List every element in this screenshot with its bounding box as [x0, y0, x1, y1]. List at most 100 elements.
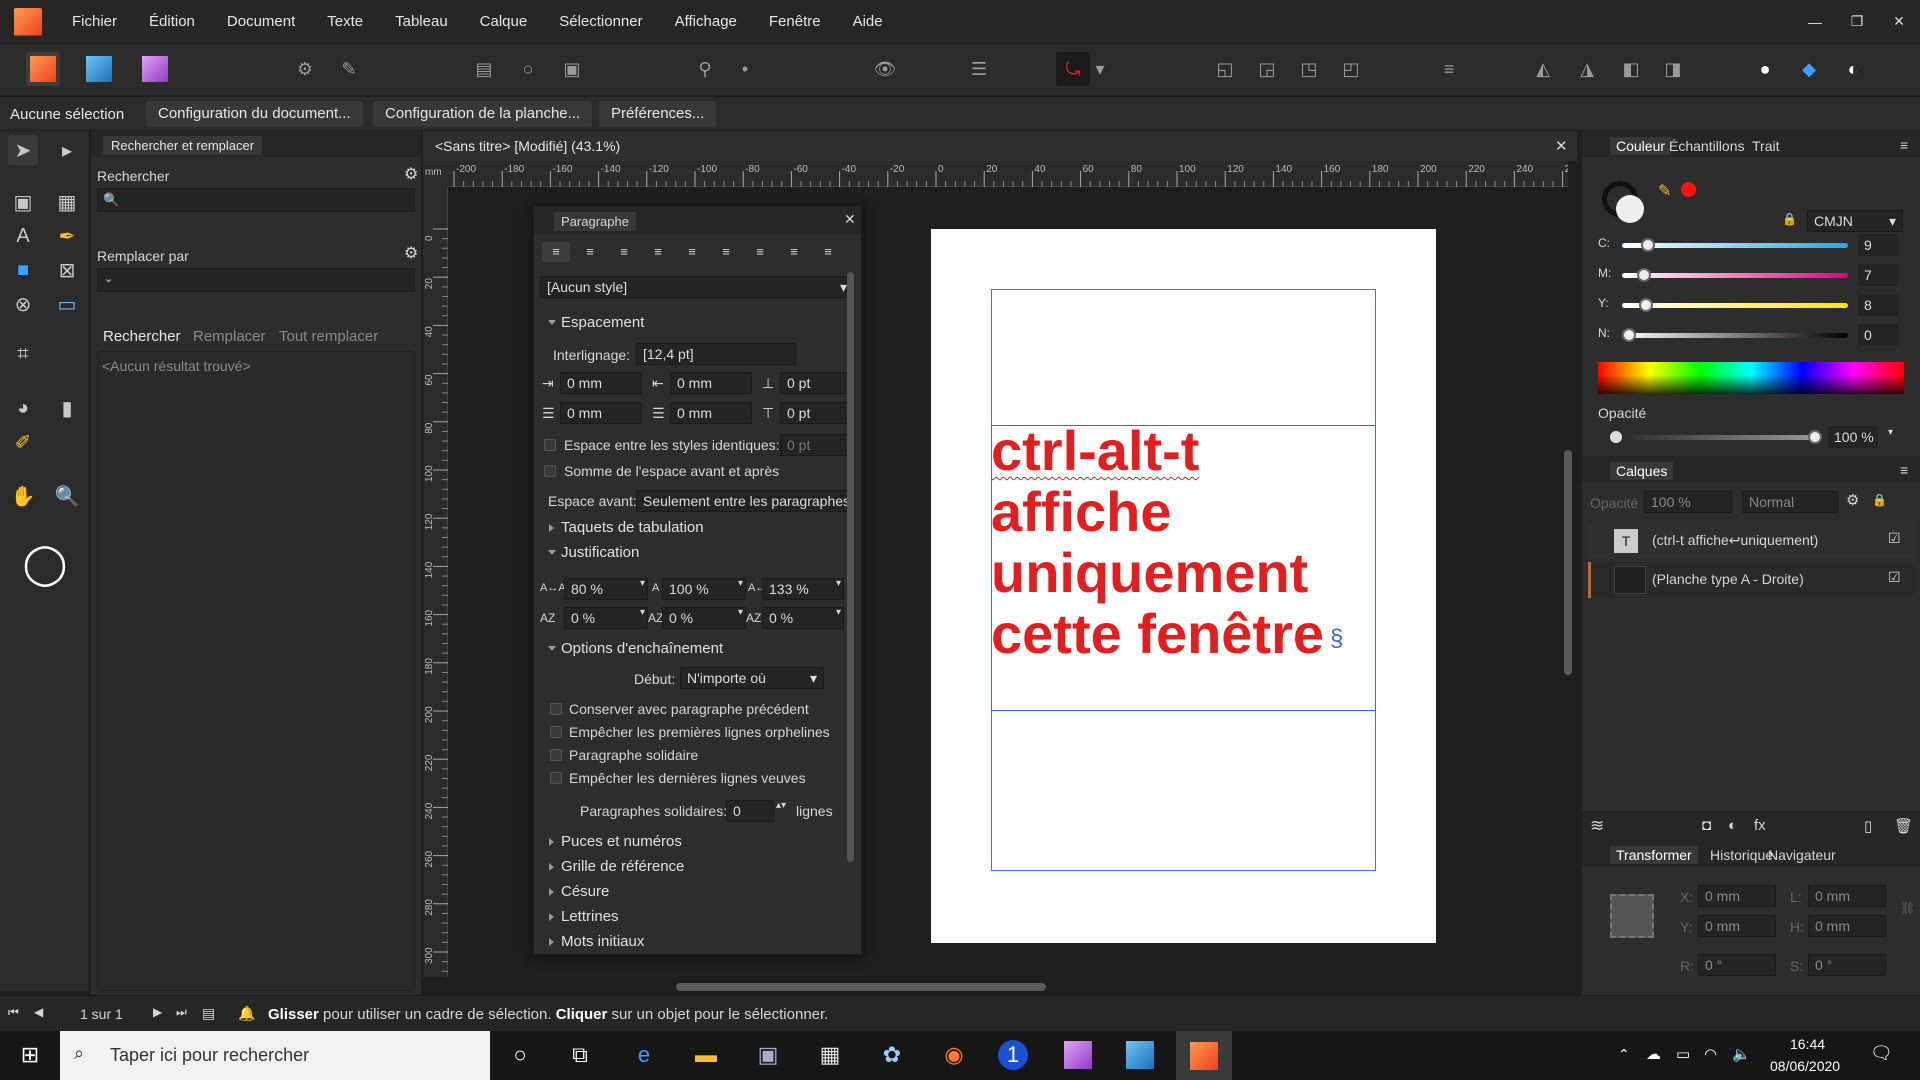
- text-frame-tool-icon[interactable]: ▣: [8, 187, 38, 217]
- channel-slider-knob[interactable]: [1636, 268, 1651, 282]
- replace-input[interactable]: ⌄: [97, 268, 415, 292]
- snapping-dropdown-icon[interactable]: ▾: [1092, 52, 1108, 86]
- color-picker-tool-icon[interactable]: ✐: [8, 427, 38, 457]
- share-icon[interactable]: ⚙: [288, 52, 322, 86]
- align-icon[interactable]: ≡: [1432, 52, 1466, 86]
- add-layer-icon[interactable]: ▯: [1864, 817, 1872, 835]
- justify-center-icon[interactable]: ≡: [678, 242, 706, 262]
- tab-stroke[interactable]: Trait: [1752, 138, 1779, 154]
- spread-setup-button[interactable]: Configuration de la planche...: [373, 101, 593, 127]
- tab-color[interactable]: Couleur: [1610, 137, 1672, 155]
- zoom-tool-icon[interactable]: 🔍: [52, 481, 82, 511]
- wifi-icon[interactable]: ◠: [1704, 1045, 1717, 1063]
- channel-slider[interactable]: [1622, 298, 1848, 312]
- max-spacing-input[interactable]: 133 %: [762, 578, 844, 600]
- word-spacing-input[interactable]: 80 %: [564, 578, 648, 600]
- task-view-icon[interactable]: ⧉: [562, 1037, 598, 1073]
- designer-persona-icon[interactable]: [82, 52, 116, 86]
- artistic-text-tool-icon[interactable]: A: [8, 221, 38, 251]
- tab-navigator[interactable]: Navigateur: [1768, 847, 1836, 863]
- opacity-slider[interactable]: [1632, 430, 1822, 444]
- pages-icon[interactable]: ▤: [202, 1005, 215, 1022]
- max-letter-input[interactable]: 0 %: [762, 607, 844, 629]
- menu-calque[interactable]: Calque: [464, 0, 544, 43]
- menu-aide[interactable]: Aide: [837, 0, 899, 43]
- onepassword-icon[interactable]: 1: [998, 1040, 1028, 1070]
- paint-icon[interactable]: ✿: [874, 1037, 910, 1073]
- paragraph-tab[interactable]: Paragraphe: [554, 212, 636, 231]
- keep-with-previous-checkbox[interactable]: [550, 703, 562, 715]
- text-wrap-icon[interactable]: ☰: [962, 52, 996, 86]
- file-explorer-icon[interactable]: ▬: [688, 1037, 724, 1073]
- lock-icon[interactable]: 🔒: [1782, 212, 1797, 226]
- menu-texte[interactable]: Texte: [311, 0, 379, 43]
- flip-v-icon[interactable]: ◮: [1570, 52, 1604, 86]
- arrange-back-icon[interactable]: ◱: [1208, 52, 1242, 86]
- affinity-publisher-taskbar-icon[interactable]: [1176, 1031, 1232, 1080]
- pin-icon[interactable]: ⚲: [688, 52, 722, 86]
- edge-browser-icon[interactable]: e: [626, 1037, 662, 1073]
- delete-layer-icon[interactable]: 🗑: [1894, 817, 1913, 835]
- section-flow-options[interactable]: Options d'enchaînement: [547, 640, 723, 657]
- link-proportions-icon[interactable]: ⛓: [1900, 901, 1915, 915]
- picked-color-swatch[interactable]: [1681, 182, 1696, 197]
- clock-date[interactable]: 08/06/2020: [1770, 1058, 1840, 1074]
- prevent-orphans-checkbox[interactable]: [550, 726, 562, 738]
- replace-all-button[interactable]: Tout remplacer: [279, 328, 378, 345]
- section-bullets[interactable]: Puces et numéros: [549, 833, 682, 850]
- paragraph-style-select[interactable]: [Aucun style] ▾: [540, 276, 854, 298]
- anchor-point-icon[interactable]: [1610, 894, 1654, 938]
- frame-icon[interactable]: ▣: [555, 52, 589, 86]
- section-tabs[interactable]: Taquets de tabulation: [549, 519, 704, 536]
- battery-icon[interactable]: ▭: [1676, 1045, 1690, 1063]
- hanging-indent-input[interactable]: 0 mm: [670, 402, 752, 424]
- indent-right-input[interactable]: 0 mm: [670, 372, 752, 394]
- same-style-input[interactable]: 0 pt: [780, 434, 854, 456]
- arrange-backward-icon[interactable]: ◲: [1250, 52, 1284, 86]
- panel-menu-icon[interactable]: ≡: [1900, 137, 1908, 153]
- menu-fenetre[interactable]: Fenêtre: [753, 0, 837, 43]
- start-select[interactable]: N'importe où ▾: [680, 667, 824, 689]
- leading-input[interactable]: [12,4 pt]: [636, 343, 796, 365]
- stepper-icon[interactable]: ▴▾: [776, 800, 786, 811]
- channel-slider-knob[interactable]: [1640, 238, 1655, 252]
- transparency-tool-icon[interactable]: ▮: [52, 393, 82, 423]
- app-icon[interactable]: ▣: [750, 1037, 786, 1073]
- transform-h-input[interactable]: 0 mm: [1808, 915, 1886, 937]
- replace-settings-gear-icon[interactable]: ⚙: [404, 243, 418, 263]
- space-before-input[interactable]: 0 pt: [780, 402, 854, 424]
- layer-lock-icon[interactable]: 🔒: [1872, 493, 1887, 507]
- menu-affichage[interactable]: Affichage: [659, 0, 753, 43]
- boolean-intersect-icon[interactable]: ◐: [1836, 52, 1870, 86]
- previous-page-icon[interactable]: ◀: [34, 1005, 43, 1019]
- first-line-indent-input[interactable]: 0 mm: [560, 402, 642, 424]
- crop-tool-icon[interactable]: ⌗: [8, 339, 38, 369]
- replace-button[interactable]: Remplacer: [193, 328, 266, 345]
- opacity-slider-knob[interactable]: [1808, 430, 1822, 444]
- rotate-right-icon[interactable]: ◨: [1656, 52, 1690, 86]
- adjustment-icon[interactable]: ◐: [1728, 817, 1737, 834]
- document-setup-button[interactable]: Configuration du document...: [146, 101, 363, 127]
- desired-spacing-input[interactable]: 100 %: [662, 578, 746, 600]
- volume-icon[interactable]: 🔈: [1732, 1045, 1751, 1063]
- rectangle-tool-icon[interactable]: ■: [8, 255, 38, 285]
- table-tool-icon[interactable]: ▦: [52, 187, 82, 217]
- next-page-icon[interactable]: ▶: [153, 1005, 162, 1019]
- notifications-icon[interactable]: 🗨: [1870, 1043, 1893, 1064]
- layer-visible-checkbox[interactable]: ☑: [1888, 569, 1901, 586]
- cortana-icon[interactable]: ○: [502, 1037, 538, 1073]
- keep-together-checkbox[interactable]: [550, 749, 562, 761]
- boolean-subtract-icon[interactable]: ◆: [1792, 52, 1826, 86]
- link-icon[interactable]: ✎: [332, 52, 366, 86]
- layer-row[interactable]: (Planche type A - Droite) ☑: [1588, 562, 1914, 598]
- fill-tool-icon[interactable]: ◕: [8, 393, 38, 423]
- section-justification[interactable]: Justification: [547, 544, 639, 561]
- align-center-icon[interactable]: ≡: [576, 242, 604, 262]
- close-panel-icon[interactable]: ✕: [844, 211, 856, 228]
- justify-all-icon[interactable]: ≡: [746, 242, 774, 262]
- color-model-select[interactable]: CMJN ▾: [1807, 210, 1903, 232]
- taskbar-search-input[interactable]: ⌕ Taper ici pour rechercher: [60, 1031, 490, 1080]
- section-baseline-grid[interactable]: Grille de référence: [548, 858, 684, 875]
- section-initial-words[interactable]: Mots initiaux: [548, 933, 644, 950]
- menu-tableau[interactable]: Tableau: [379, 0, 464, 43]
